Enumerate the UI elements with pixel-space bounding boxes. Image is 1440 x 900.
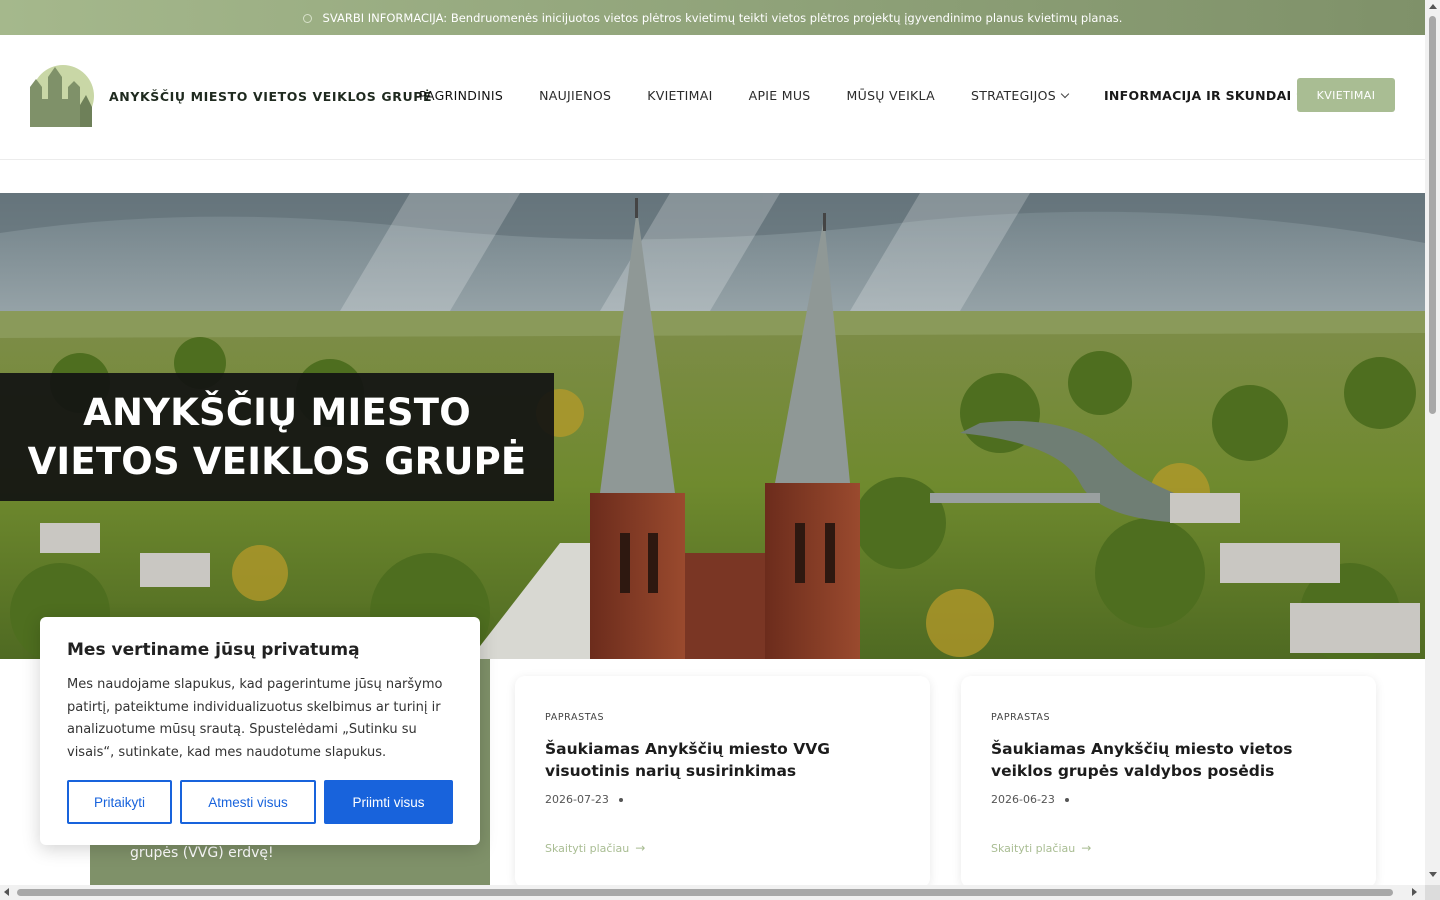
card-title[interactable]: Šaukiamas Anykščių miesto VVG visuotinis…	[545, 738, 900, 782]
horizontal-scrollbar[interactable]	[0, 885, 1425, 900]
read-more-label: Skaityti plačiau	[991, 841, 1076, 855]
card-title[interactable]: Šaukiamas Anykščių miesto vietos veiklos…	[991, 738, 1346, 782]
news-card[interactable]: PAPRASTAS Šaukiamas Anykščių miesto VVG …	[515, 676, 930, 888]
nav-strategijos-label: STRATEGIJOS	[970, 88, 1056, 103]
vertical-scroll-thumb[interactable]	[1429, 16, 1436, 414]
main-nav: PAGRINDINIS NAUJIENOS KVIETIMAI APIE MUS…	[419, 88, 1340, 103]
customize-button[interactable]: Pritaikyti	[67, 780, 172, 824]
nav-kvietimai[interactable]: KVIETIMAI	[647, 88, 712, 103]
nav-pagrindinis[interactable]: PAGRINDINIS	[419, 88, 503, 103]
accept-all-button[interactable]: Priimti visus	[324, 780, 453, 824]
arrow-right-icon: →	[635, 841, 646, 855]
arrow-right-icon: →	[1081, 841, 1092, 855]
card-date-text: 2026-07-23	[545, 793, 609, 806]
brand-name[interactable]: ANYKŠČIŲ MIESTO VIETOS VEIKLOS GRUPĖ	[109, 89, 432, 104]
card-category[interactable]: PAPRASTAS	[991, 712, 1050, 723]
site-logo[interactable]	[30, 65, 96, 127]
scroll-down-arrow-icon[interactable]	[1429, 872, 1437, 877]
announcement-text[interactable]: SVARBI INFORMACIJA: Bendruomenės iniciju…	[323, 11, 1123, 25]
read-more-link[interactable]: Skaityti plačiau →	[991, 841, 1091, 855]
intro-text: grupės (VVG) erdvę!	[130, 845, 274, 861]
hero-title-line-2: VIETOS VEIKLOS GRUPĖ	[27, 440, 527, 483]
vertical-scrollbar[interactable]	[1425, 0, 1440, 885]
reject-all-button[interactable]: Atmesti visus	[180, 780, 316, 824]
site-header: ANYKŠČIŲ MIESTO VIETOS VEIKLOS GRUPĖ PAG…	[0, 35, 1425, 160]
card-date: 2026-07-23	[545, 793, 623, 806]
scrollbar-corner	[1425, 885, 1440, 900]
read-more-link[interactable]: Skaityti plačiau →	[545, 841, 645, 855]
dot-separator	[618, 797, 623, 802]
chevron-down-icon	[1060, 89, 1070, 98]
announcement-bar[interactable]: SVARBI INFORMACIJA: Bendruomenės iniciju…	[0, 0, 1425, 35]
horizontal-scroll-thumb[interactable]	[17, 889, 1393, 896]
hero-title: ANYKŠČIŲ MIESTO VIETOS VEIKLOS GRUPĖ	[0, 373, 554, 501]
nav-naujienos[interactable]: NAUJIENOS	[539, 88, 611, 103]
nav-informacija-ir-skundai[interactable]: INFORMACIJA IR SKUNDAI	[1103, 88, 1305, 103]
circle-icon	[302, 14, 312, 23]
nav-strategijos[interactable]: STRATEGIJOS	[970, 88, 1070, 103]
hero-banner: ANYKŠČIŲ MIESTO VIETOS VEIKLOS GRUPĖ	[0, 193, 1425, 659]
cookie-body: Mes naudojame slapukus, kad pagerintume …	[67, 677, 443, 760]
scroll-right-arrow-icon[interactable]	[1412, 888, 1417, 896]
scroll-left-arrow-icon[interactable]	[4, 888, 9, 896]
nav-musu-veikla[interactable]: MŪSŲ VEIKLA	[847, 88, 935, 103]
nav-informacija-label: INFORMACIJA IR SKUNDAI	[1103, 88, 1292, 103]
cookie-consent-dialog: Mes vertiname jūsų privatumą Mes naudoja…	[40, 617, 480, 845]
kvietimai-button[interactable]: KVIETIMAI	[1297, 78, 1395, 112]
card-category[interactable]: PAPRASTAS	[545, 712, 604, 723]
news-card[interactable]: PAPRASTAS Šaukiamas Anykščių miesto viet…	[961, 676, 1376, 888]
card-date-text: 2026-06-23	[991, 793, 1055, 806]
hero-title-line-1: ANYKŠČIŲ MIESTO	[83, 391, 471, 434]
cookie-heading: Mes vertiname jūsų privatumą	[67, 640, 360, 660]
nav-apie-mus[interactable]: APIE MUS	[749, 88, 811, 103]
dot-separator	[1064, 797, 1069, 802]
read-more-label: Skaityti plačiau	[545, 841, 630, 855]
scroll-up-arrow-icon[interactable]	[1429, 4, 1437, 9]
card-date: 2026-06-23	[991, 793, 1069, 806]
